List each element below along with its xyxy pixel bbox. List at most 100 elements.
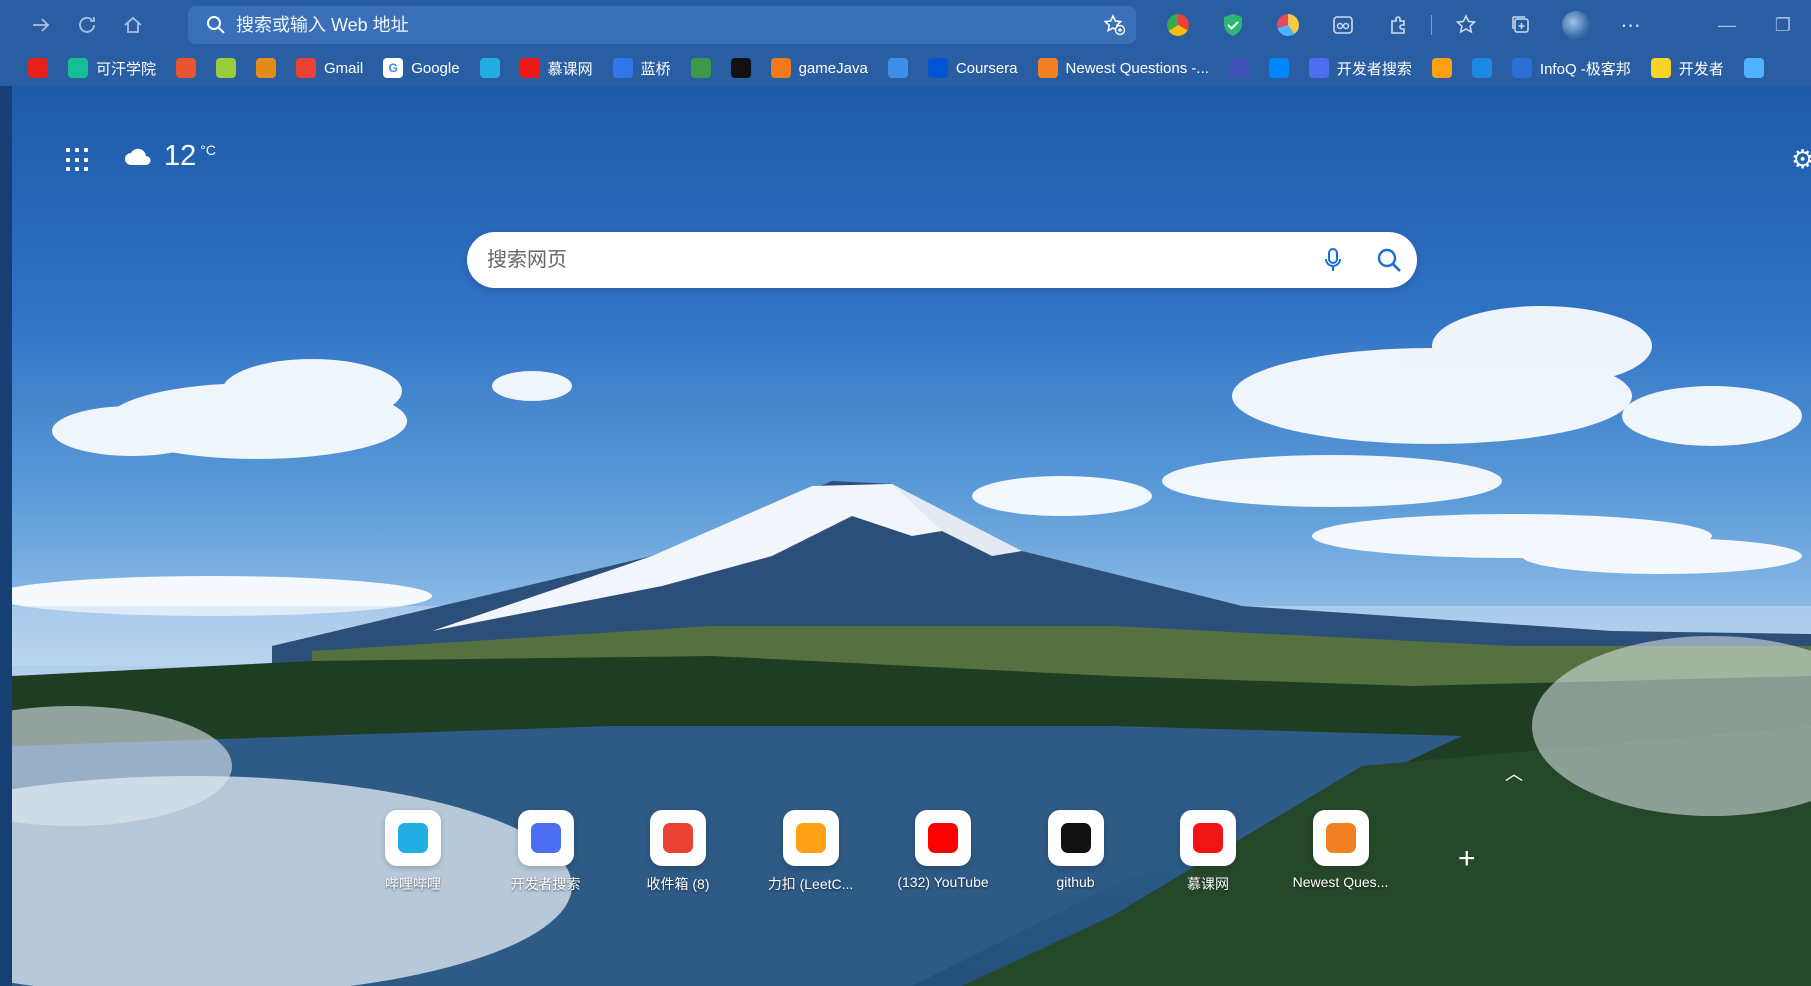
- refresh-button[interactable]: [64, 5, 110, 45]
- collapse-chevron-icon[interactable]: ︿: [1505, 760, 1523, 786]
- quick-link-label: 收件箱 (8): [646, 876, 710, 892]
- bookmark-item[interactable]: [479, 58, 500, 78]
- bookmark-item[interactable]: [1268, 58, 1289, 78]
- forward-button[interactable]: [18, 5, 64, 45]
- bookmark-item[interactable]: InfoQ -极客邦: [1511, 58, 1631, 79]
- restore-icon[interactable]: ❐: [1755, 15, 1811, 36]
- bookmark-item[interactable]: Coursera: [927, 58, 1018, 78]
- chrome-extension-icon[interactable]: [1150, 5, 1205, 45]
- cloud-icon: [125, 148, 151, 165]
- baidu-dev-icon: [517, 810, 574, 866]
- weather-temperature: 12: [164, 140, 197, 172]
- bookmark-item[interactable]: 可汗学院: [68, 58, 156, 79]
- bookmark-label: gameJava: [798, 59, 868, 77]
- bookmark-item[interactable]: 蓝桥: [612, 58, 671, 79]
- bookmark-item[interactable]: [1743, 58, 1764, 78]
- search-box[interactable]: [467, 232, 1417, 288]
- bookmark-item[interactable]: Gmail: [296, 58, 363, 78]
- quick-link-label: 开发者搜索: [510, 876, 581, 892]
- gamejava-icon: [770, 58, 791, 78]
- quick-link-tile[interactable]: 开发者搜索: [481, 810, 611, 894]
- quick-link-label: 慕课网: [1187, 876, 1229, 892]
- search-icon: [196, 15, 236, 35]
- bookmark-item[interactable]: gameJava: [770, 58, 868, 78]
- weather-widget[interactable]: 12 °C: [124, 140, 216, 173]
- search-input[interactable]: [487, 248, 1305, 272]
- layers-icon: [887, 58, 908, 78]
- quick-link-tile[interactable]: 哔哩哔哩: [348, 810, 478, 894]
- bookmark-item[interactable]: [176, 58, 197, 78]
- quick-link-tile[interactable]: (132) YouTube: [878, 810, 1008, 890]
- zhihu-icon: [1268, 58, 1289, 78]
- bookmark-item[interactable]: [28, 58, 48, 78]
- microphone-icon[interactable]: [1305, 247, 1361, 273]
- weather-unit: °C: [200, 141, 216, 158]
- address-bar[interactable]: [188, 6, 1136, 44]
- bookmark-label: Gmail: [324, 59, 364, 77]
- favorites-icon[interactable]: [1438, 5, 1493, 45]
- bookmark-label: Newest Questions -...: [1065, 59, 1209, 77]
- minimize-icon[interactable]: —: [1699, 15, 1755, 36]
- bookmark-item[interactable]: [1471, 58, 1492, 78]
- github-icon: [1047, 810, 1104, 866]
- quick-link-tile[interactable]: 慕课网: [1143, 810, 1273, 894]
- search-icon[interactable]: [1361, 247, 1417, 273]
- imooc-icon: [519, 58, 540, 78]
- add-favorite-icon[interactable]: [1092, 13, 1136, 37]
- bookmark-item[interactable]: [730, 58, 751, 78]
- extensions-toolbar: ⋯: [1150, 0, 1658, 50]
- quick-link-tile[interactable]: 收件箱 (8): [613, 810, 743, 894]
- quick-link-label: 力扣 (LeetC...: [767, 876, 854, 892]
- bookmark-item[interactable]: [1431, 58, 1452, 78]
- infinity-icon: [1743, 58, 1764, 78]
- youtube-icon: [915, 810, 971, 866]
- bookmark-item[interactable]: 慕课网: [519, 58, 593, 79]
- more-menu-icon[interactable]: ⋯: [1603, 5, 1658, 45]
- khan-academy-icon: [68, 58, 88, 78]
- window-controls: — ❐: [1699, 0, 1811, 50]
- quick-link-label: 哔哩哔哩: [385, 876, 441, 892]
- address-input[interactable]: [236, 14, 1092, 36]
- bookmark-label: 可汗学院: [96, 60, 157, 78]
- bookmark-label: Google: [411, 59, 460, 77]
- quick-link-tile[interactable]: github: [1011, 810, 1141, 890]
- shield-check-extension-icon[interactable]: [1205, 5, 1260, 45]
- bookmark-item[interactable]: Newest Questions -...: [1037, 58, 1209, 78]
- bookmark-label: 慕课网: [547, 60, 593, 78]
- bookmark-item[interactable]: [690, 58, 711, 78]
- quick-link-tile[interactable]: 力扣 (LeetC...: [746, 810, 876, 894]
- bookmark-item[interactable]: [1228, 58, 1249, 78]
- bilibili-icon: [479, 58, 500, 78]
- csdn-icon: [176, 58, 197, 78]
- youtube-icon: [28, 58, 48, 78]
- bookmark-item[interactable]: [256, 58, 277, 78]
- lanqiao-icon: [612, 58, 633, 78]
- bookmark-item[interactable]: 开发者: [1650, 58, 1724, 79]
- home-icon: [124, 16, 142, 33]
- bookmark-item[interactable]: [216, 58, 237, 78]
- refresh-icon: [79, 17, 95, 33]
- puzzle-extension-icon[interactable]: [1370, 5, 1425, 45]
- apps-grid-icon[interactable]: [66, 148, 90, 172]
- profile-avatar[interactable]: [1548, 5, 1603, 45]
- leetcode-icon: [782, 810, 839, 866]
- toolbar-separator: [1431, 15, 1432, 35]
- collections-icon[interactable]: [1493, 5, 1548, 45]
- color-wheel-extension-icon[interactable]: [1260, 5, 1315, 45]
- github-icon: [730, 58, 751, 78]
- stackoverflow-icon: [1312, 810, 1369, 866]
- stackoverflow-icon: [1037, 58, 1058, 78]
- bookmark-item[interactable]: [887, 58, 908, 78]
- quick-link-tile[interactable]: Newest Ques...: [1276, 810, 1406, 890]
- bookmarks-bar: 可汗学院 Gmail G Google 慕课网 蓝桥 gameJava Coursera New…: [0, 50, 1811, 86]
- infoq-icon: [1511, 58, 1532, 78]
- bookmark-item[interactable]: 开发者搜索: [1308, 58, 1412, 79]
- quick-link-label: (132) YouTube: [897, 874, 989, 890]
- check-icon: [1471, 58, 1492, 78]
- bookmark-item[interactable]: G Google: [383, 58, 460, 78]
- bookmark-label: Coursera: [955, 59, 1018, 77]
- add-quick-link-button[interactable]: +: [1458, 842, 1476, 876]
- reader-extension-icon[interactable]: [1315, 5, 1370, 45]
- home-button[interactable]: [110, 5, 156, 45]
- settings-gear-icon[interactable]: ⚙: [1791, 144, 1811, 175]
